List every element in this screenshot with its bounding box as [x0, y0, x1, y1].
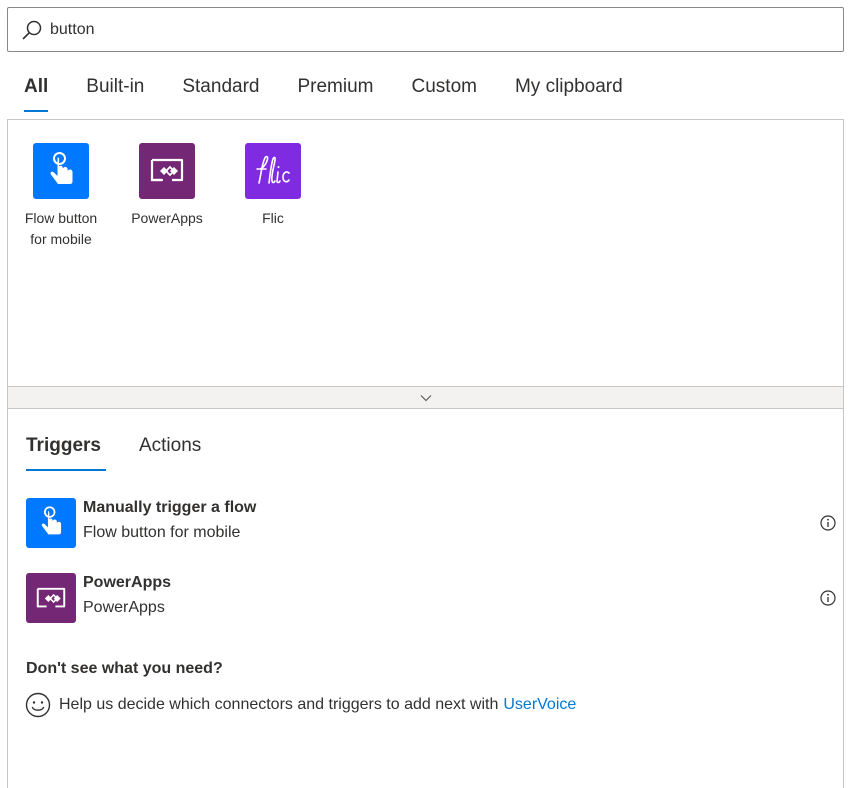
- results-panel: Triggers Actions Manually trigger a flow…: [7, 409, 844, 788]
- search-input[interactable]: [50, 16, 830, 44]
- connector-powerapps[interactable]: PowerApps: [114, 143, 220, 250]
- connector-panel: Flow button for mobile PowerApps Flic: [7, 119, 844, 410]
- tab-custom[interactable]: Custom: [412, 72, 477, 112]
- tab-triggers[interactable]: Triggers: [26, 433, 106, 473]
- trigger-subtitle: Flow button for mobile: [83, 524, 241, 541]
- connector-flow-button[interactable]: Flow button for mobile: [8, 143, 114, 250]
- trigger-title: PowerApps: [83, 574, 172, 591]
- search-box[interactable]: [7, 7, 844, 52]
- tab-all[interactable]: All: [24, 72, 49, 112]
- connector-label: Flic: [262, 210, 284, 226]
- trigger-item-manual[interactable]: Manually trigger a flow Flow button for …: [26, 498, 836, 548]
- powerapps-icon: [139, 143, 195, 199]
- tab-premium[interactable]: Premium: [297, 72, 373, 112]
- expand-toggle[interactable]: [7, 386, 844, 409]
- help-text: Help us decide which connectors and trig…: [59, 696, 499, 713]
- result-tabs: Triggers Actions: [26, 433, 239, 473]
- category-tabs: All Built-in Standard Premium Custom My …: [24, 72, 661, 116]
- connector-grid: Flow button for mobile PowerApps Flic: [8, 143, 326, 250]
- tab-my-clipboard[interactable]: My clipboard: [515, 72, 623, 112]
- chevron-down-icon: [420, 394, 431, 401]
- connector-label: Flow button for mobile: [24, 210, 98, 247]
- trigger-subtitle: PowerApps: [83, 599, 165, 616]
- tab-actions[interactable]: Actions: [139, 433, 201, 473]
- help-title: Don't see what you need?: [26, 660, 223, 677]
- tab-standard[interactable]: Standard: [182, 72, 259, 112]
- help-row: Help us decide which connectors and trig…: [25, 692, 576, 718]
- search-icon: [22, 20, 42, 40]
- powerapps-icon: [26, 573, 76, 623]
- info-icon[interactable]: [820, 590, 836, 606]
- uservoice-link[interactable]: UserVoice: [503, 696, 576, 714]
- flic-icon: [245, 143, 301, 199]
- touch-hand-icon: [33, 143, 89, 199]
- touch-hand-icon: [26, 498, 76, 548]
- trigger-item-powerapps[interactable]: PowerApps PowerApps: [26, 573, 836, 623]
- smiley-icon: [25, 692, 51, 718]
- tab-built-in[interactable]: Built-in: [86, 72, 144, 112]
- trigger-title: Manually trigger a flow: [83, 499, 257, 516]
- connector-label: PowerApps: [131, 210, 203, 226]
- info-icon[interactable]: [820, 515, 836, 531]
- connector-flic[interactable]: Flic: [220, 143, 326, 250]
